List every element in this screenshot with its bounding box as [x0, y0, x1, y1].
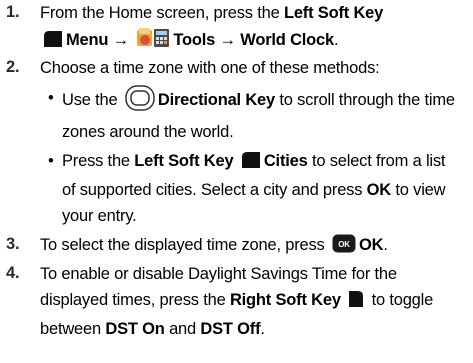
bullet-mark: •	[48, 89, 54, 107]
bullet-text-post: to select from a list	[307, 152, 446, 170]
ok-label: OK	[366, 181, 392, 199]
ok-key-text: OK	[338, 240, 350, 249]
instruction-page: 1. From the Home screen, press the Left …	[0, 0, 473, 363]
period: .	[383, 236, 388, 254]
period: .	[260, 320, 265, 338]
bullet-text-pre: Press the	[62, 152, 135, 170]
step-text-pre: displayed times, press the	[40, 291, 230, 309]
bullet-text-post: to scroll through the time	[279, 91, 455, 109]
step-number: 2.	[6, 58, 20, 76]
right-soft-key-label: Right Soft Key	[229, 291, 341, 309]
step-text: To select the displayed time zone, press…	[40, 232, 469, 261]
tools-label: Tools	[173, 31, 216, 49]
left-soft-key-label: Left Soft Key	[134, 152, 234, 170]
bullet-text: Use the Directional Key to scroll throug…	[62, 85, 469, 145]
bullet-text-line: zones around the world.	[62, 123, 234, 141]
step-text: From the Home screen, press the Left Sof…	[40, 0, 469, 56]
cities-label: Cities	[263, 152, 308, 170]
step-text-pre: From the Home screen, press the	[40, 4, 284, 22]
left-soft-key-label: Left Soft Key	[283, 4, 384, 22]
directional-key-label: Directional Key	[157, 91, 275, 109]
step-text-mid: and	[164, 320, 201, 338]
step-text: Choose a time zone with one of these met…	[40, 59, 380, 77]
world-clock-label: World Clock	[240, 31, 335, 49]
bullet-text-pre: Use the	[62, 91, 118, 109]
right-soft-key-icon	[348, 290, 364, 316]
step-number: 3.	[6, 235, 20, 253]
bullet-text-line: your entry.	[62, 207, 137, 225]
step-text-line: To enable or disable Daylight Savings Ti…	[40, 265, 397, 283]
step-number: 4.	[6, 264, 20, 282]
dst-off-label: DST Off	[200, 320, 261, 338]
left-soft-key-icon	[241, 151, 261, 177]
step-number: 1.	[6, 3, 20, 21]
ok-key-icon: OK	[332, 234, 356, 261]
bullet-text-post: to view	[391, 181, 446, 199]
step-text-pre: between	[40, 320, 106, 338]
step-text-pre: To select the displayed time zone, press	[40, 236, 325, 254]
arrow: →	[219, 31, 237, 49]
step-text: To enable or disable Daylight Savings Ti…	[40, 261, 469, 342]
ok-label: OK	[358, 236, 384, 254]
arrow: →	[112, 31, 130, 49]
tools-icon	[136, 26, 170, 56]
period: .	[334, 31, 339, 49]
directional-key-icon	[125, 85, 155, 119]
bullet-mark: •	[48, 152, 54, 170]
left-soft-key-icon	[43, 30, 63, 56]
bullet-text: Press the Left Soft Key Cities to select…	[62, 148, 469, 229]
step-text-post: to toggle	[367, 291, 434, 309]
dst-on-label: DST On	[105, 320, 165, 338]
menu-label: Menu	[66, 31, 109, 49]
bullet-text-pre: of supported cities. Select a city and p…	[62, 181, 367, 199]
